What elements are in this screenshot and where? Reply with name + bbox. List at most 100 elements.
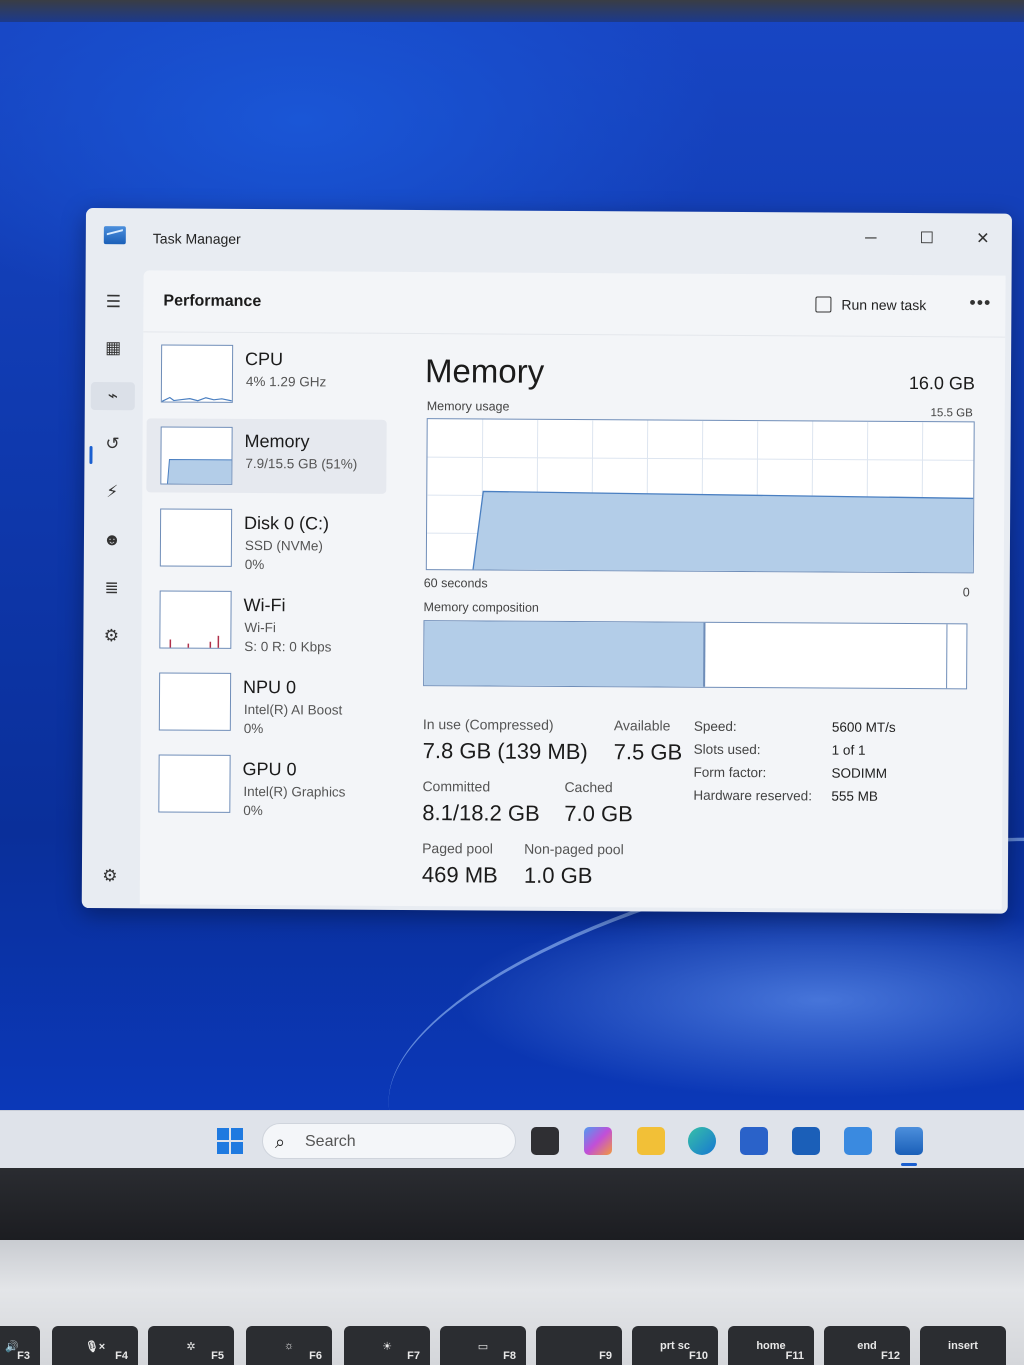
users-icon[interactable]: ☻: [98, 526, 126, 554]
services-icon[interactable]: ⚙: [97, 622, 125, 650]
non-paged-pool-label: Non-paged pool: [524, 840, 624, 858]
resource-usage: 0%: [243, 720, 264, 737]
search-icon: ⌕: [275, 1132, 286, 1152]
in-use-label: In use (Compressed): [422, 716, 554, 733]
resource-name: NPU 0: [243, 676, 297, 698]
startup-apps-icon[interactable]: ⚡: [98, 478, 126, 506]
resource-memory[interactable]: Memory 7.9/15.5 GB (51%): [146, 418, 387, 494]
resource-cpu[interactable]: CPU 4% 1.29 GHz: [147, 336, 387, 411]
memory-usage-graph-svg: [427, 419, 975, 574]
maximize-button[interactable]: ☐: [912, 227, 942, 251]
non-paged-pool-value: 1.0 GB: [523, 862, 593, 889]
search-placeholder: Search: [305, 1133, 356, 1150]
resource-detail: Intel(R) AI Boost: [243, 701, 343, 718]
key-fn-label: F5: [211, 1350, 224, 1362]
screen-bezel-top: [0, 0, 1024, 22]
key-f7: ☀ F7: [344, 1326, 430, 1365]
gpu-thumbnail-graph: [158, 754, 231, 813]
more-options-icon[interactable]: •••: [969, 292, 991, 313]
key-f10: prt sc F10: [632, 1326, 718, 1365]
resource-detail: SSD (NVMe): [244, 537, 324, 554]
key-insert: insert: [920, 1326, 1006, 1365]
key-f6: ☼ F6: [246, 1326, 332, 1365]
task-manager-taskbar-icon[interactable]: [895, 1127, 923, 1155]
microsoft-365-icon[interactable]: [584, 1127, 612, 1155]
screen-bezel-bottom: [0, 1168, 1024, 1240]
task-manager-app-icon: [103, 226, 126, 245]
key-fn-label: F4: [115, 1350, 128, 1362]
in-use-value: 7.8 GB (139 MB): [422, 738, 588, 765]
form-factor-label: Form factor:: [693, 764, 767, 781]
cached-label: Cached: [564, 778, 613, 796]
window-title: Task Manager: [152, 230, 241, 247]
resource-list: CPU 4% 1.29 GHz Memory 7.9/15.5 GB (51%)…: [144, 336, 387, 829]
resource-name: GPU 0: [242, 758, 297, 780]
hardware-reserved-value: 555 MB: [831, 788, 878, 804]
hardware-reserved-label: Hardware reserved:: [693, 787, 813, 804]
resource-usage: S: 0 R: 0 Kbps: [244, 638, 332, 655]
hamburger-menu-icon[interactable]: ☰: [99, 288, 127, 316]
edge-browser-icon[interactable]: [688, 1127, 716, 1155]
key-f9: F9: [536, 1326, 622, 1365]
settings-gear-icon[interactable]: ⚙: [96, 862, 124, 890]
title-bar[interactable]: Task Manager ─ ☐ ✕: [86, 208, 1012, 274]
memory-title: Memory: [424, 352, 545, 390]
resource-gpu[interactable]: GPU 0 Intel(R) Graphics 0%: [144, 746, 384, 821]
key-f5: ✲ F5: [148, 1326, 234, 1365]
task-manager-window: Task Manager ─ ☐ ✕ ☰ ▦ ⌁ ↺ ⚡ ☻ ≣ ⚙ ⚙ Per…: [81, 208, 1012, 914]
active-nav-indicator: [89, 446, 93, 465]
speed-label: Speed:: [693, 718, 737, 734]
memory-usage-graph: [425, 418, 975, 574]
paged-pool-value: 469 MB: [421, 862, 498, 888]
committed-label: Committed: [422, 778, 491, 795]
minimize-button[interactable]: ─: [856, 227, 886, 251]
company-portal-icon[interactable]: [792, 1127, 820, 1155]
resource-usage: 0%: [244, 556, 265, 573]
microsoft-store-icon[interactable]: [740, 1127, 768, 1155]
committed-value: 8.1/18.2 GB: [422, 800, 540, 826]
navigation-rail: ☰ ▦ ⌁ ↺ ⚡ ☻ ≣ ⚙ ⚙: [82, 268, 142, 908]
resource-detail: 4% 1.29 GHz: [245, 373, 327, 390]
resource-detail: 7.9/15.5 GB (51%): [245, 455, 358, 472]
resource-wifi[interactable]: Wi-Fi Wi-Fi S: 0 R: 0 Kbps: [145, 582, 385, 657]
task-view-icon[interactable]: [531, 1127, 559, 1155]
composition-divider: [946, 624, 948, 689]
taskbar-search-box[interactable]: ⌕ Search: [262, 1123, 516, 1159]
start-button-windows-icon[interactable]: [217, 1128, 243, 1154]
disk-thumbnail-graph: [159, 508, 233, 567]
key-f12: end F12: [824, 1326, 910, 1365]
form-factor-value: SODIMM: [831, 765, 888, 781]
memory-detail-panel: Memory 16.0 GB Memory usage 15.5 GB 60 s…: [422, 352, 985, 895]
key-f3: 🔊 F3: [0, 1326, 40, 1365]
processes-icon[interactable]: ▦: [99, 334, 127, 362]
key-f4: 🎙× F4: [52, 1326, 138, 1365]
page-title: Performance: [163, 292, 262, 311]
key-fn-label: F9: [599, 1350, 612, 1362]
resource-disk[interactable]: Disk 0 (C:) SSD (NVMe) 0%: [146, 500, 386, 575]
time-window-label: 60 seconds: [423, 576, 488, 591]
run-new-task-button[interactable]: Run new task: [815, 296, 926, 313]
resource-npu[interactable]: NPU 0 Intel(R) AI Boost 0%: [145, 664, 385, 739]
slots-used-value: 1 of 1: [831, 742, 866, 758]
memory-composition-bar: [423, 620, 968, 690]
outlook-icon[interactable]: [844, 1127, 872, 1155]
memory-usage-label: Memory usage: [426, 399, 510, 414]
memory-thumbnail-graph: [160, 426, 233, 485]
key-fn-label: F3: [17, 1350, 30, 1362]
cached-value: 7.0 GB: [564, 800, 633, 827]
npu-thumbnail-graph: [158, 672, 232, 731]
key-fn-label: F12: [881, 1350, 900, 1362]
details-icon[interactable]: ≣: [98, 574, 126, 602]
performance-page: Performance Run new task ••• CPU 4% 1.29…: [139, 270, 1006, 910]
available-label: Available: [613, 717, 671, 734]
active-app-indicator: [901, 1163, 917, 1166]
key-f11: home F11: [728, 1326, 814, 1365]
cpu-thumbnail-graph: [160, 344, 234, 403]
resource-name: CPU: [245, 348, 284, 370]
app-history-icon[interactable]: ↺: [98, 430, 126, 458]
performance-icon[interactable]: ⌁: [90, 382, 135, 411]
close-button[interactable]: ✕: [968, 227, 998, 251]
resource-usage: 0%: [243, 802, 263, 819]
file-explorer-icon[interactable]: [637, 1127, 665, 1155]
wifi-thumbnail-graph: [159, 590, 232, 649]
